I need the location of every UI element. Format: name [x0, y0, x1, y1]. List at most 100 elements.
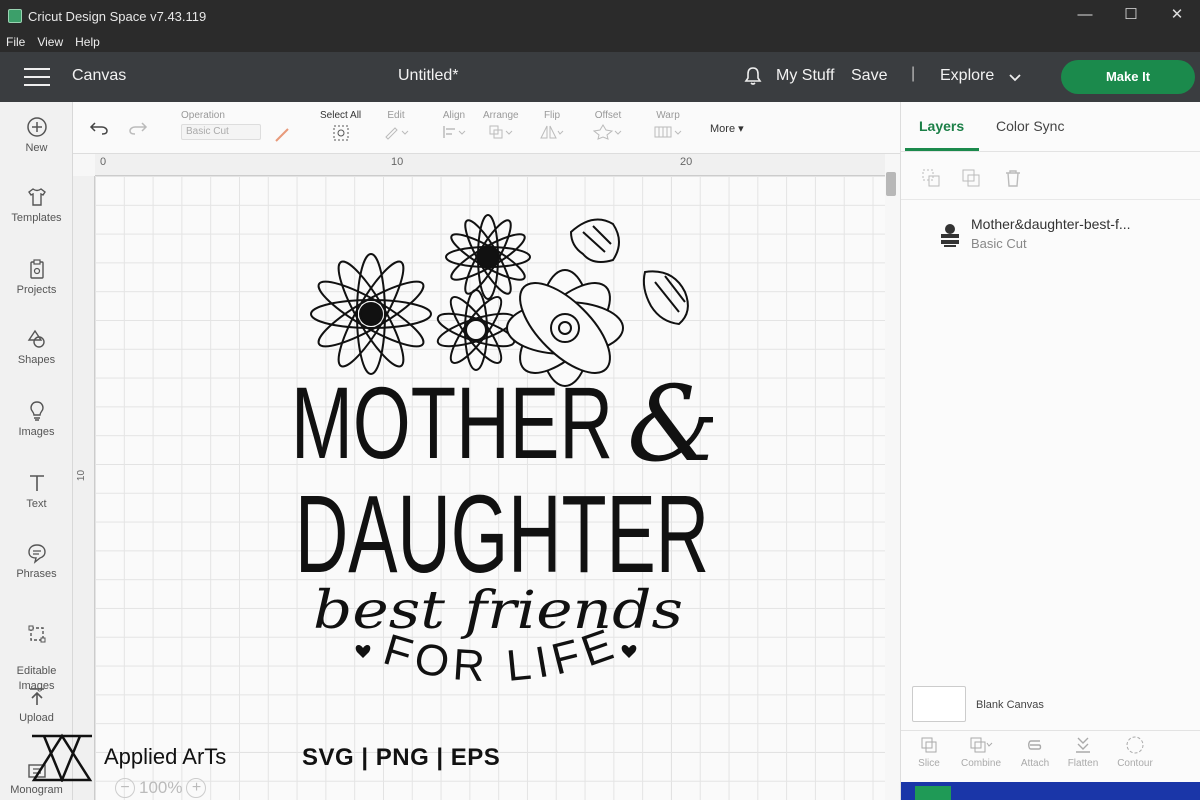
layers-panel: Layers Color Sync Mother&daughter-best-f… [900, 102, 1200, 800]
undo-icon[interactable] [89, 120, 109, 136]
design-line3: best friends [313, 581, 683, 641]
save-button[interactable]: Save [851, 67, 887, 85]
slice-button[interactable]: Slice [903, 735, 955, 769]
design-artwork[interactable]: MOTHER & DAUGHTER best friends FOR LIFE [283, 202, 713, 702]
layer-actions: Slice Combine Attach Flatten Contour [901, 730, 1200, 776]
menu-help[interactable]: Help [75, 35, 100, 49]
contour-label: Contour [1117, 758, 1153, 769]
more-button[interactable]: More ▾ [710, 122, 744, 135]
window-title: Cricut Design Space v7.43.119 [28, 8, 207, 24]
layer-name: Mother&daughter-best-f... [971, 216, 1131, 232]
sidebar-item-text[interactable]: Text [0, 472, 73, 510]
hamburger-menu-icon[interactable] [24, 68, 50, 86]
sidebar-item-new[interactable]: New [0, 116, 73, 154]
tab-color-sync[interactable]: Color Sync [996, 118, 1064, 134]
trash-icon[interactable] [1003, 168, 1023, 188]
plus-circle-icon [26, 117, 47, 137]
brand-name: Applied ArTs [104, 744, 227, 769]
warp-group[interactable]: Warp [653, 110, 683, 143]
select-all-group[interactable]: Select All [320, 110, 361, 145]
applied-arts-watermark: Applied ArTs [30, 732, 226, 782]
sidebar-item-projects[interactable]: Projects [0, 258, 73, 296]
offset-group[interactable]: Offset [592, 110, 623, 143]
group-icon[interactable] [921, 168, 941, 188]
clipboard-icon [29, 259, 44, 279]
operation-group: Operation Basic Cut [181, 110, 261, 140]
blank-canvas-label: Blank Canvas [976, 699, 1044, 711]
flip-group[interactable]: Flip [539, 110, 565, 143]
design-canvas[interactable]: 0 10 20 10 MOTHER & DAUGHTER best friend… [73, 154, 900, 800]
applied-arts-logo-icon [31, 733, 93, 782]
layer-row[interactable]: Mother&daughter-best-f... Basic Cut [901, 207, 1193, 259]
canvas-label: Canvas [72, 67, 127, 84]
layer-operation: Basic Cut [971, 236, 1027, 251]
sidebar-label: Phrases [16, 568, 57, 580]
pen-color-icon[interactable] [273, 126, 291, 144]
panel-tabs: Layers Color Sync [901, 102, 1200, 152]
select-all-label: Select All [320, 110, 362, 121]
cricut-app-icon [8, 9, 22, 23]
menu-view[interactable]: View [37, 35, 63, 49]
combine-button[interactable]: Combine [955, 735, 1007, 769]
layer-tools [901, 154, 1200, 200]
sidebar-label: Upload [19, 712, 54, 724]
select-all-icon [333, 125, 349, 141]
combine-icon [970, 737, 993, 753]
sidebar-label: New [25, 142, 48, 154]
daisy-top [445, 214, 531, 300]
design-amp: & [627, 363, 713, 485]
menu-file[interactable]: File [6, 35, 25, 49]
operation-select[interactable]: Basic Cut [181, 124, 261, 140]
scroll-thumb[interactable] [886, 172, 896, 196]
offset-icon [592, 124, 622, 140]
explore-button[interactable]: Explore [940, 67, 994, 85]
contour-icon [1126, 736, 1144, 754]
chevron-down-icon[interactable] [1008, 71, 1022, 85]
duplicate-icon[interactable] [961, 168, 981, 188]
ruler-tick-label: 0 [100, 156, 107, 168]
arrange-group[interactable]: Arrange [483, 110, 519, 143]
sidebar-item-upload[interactable]: Upload [0, 686, 73, 724]
vertical-scrollbar[interactable] [885, 170, 897, 800]
sidebar-item-shapes[interactable]: Shapes [0, 328, 73, 366]
app-header: Canvas Untitled* My Stuff Save | Explore… [0, 52, 1200, 102]
make-it-button[interactable]: Make It [1061, 60, 1195, 94]
tab-layers[interactable]: Layers [919, 118, 964, 134]
edit-group[interactable]: Edit [383, 110, 409, 143]
align-label: Align [442, 110, 466, 121]
sidebar-item-editable-images[interactable]: Editable Images [0, 608, 73, 694]
my-stuff-button[interactable]: My Stuff [776, 67, 834, 85]
close-button[interactable]: ✕ [1154, 0, 1200, 32]
combine-label: Combine [960, 758, 1002, 769]
sidebar-item-templates[interactable]: Templates [0, 186, 73, 224]
minimize-button[interactable]: — [1062, 0, 1108, 32]
attach-button[interactable]: Attach [1009, 735, 1061, 769]
bell-icon[interactable] [743, 66, 763, 86]
arrange-label: Arrange [483, 110, 519, 121]
ruler-tick-label: 10 [76, 469, 88, 482]
align-group[interactable]: Align [441, 110, 467, 143]
sidebar-item-images[interactable]: Images [0, 400, 73, 438]
maximize-button[interactable]: ☐ [1108, 0, 1154, 32]
flatten-button[interactable]: Flatten [1057, 735, 1109, 769]
file-formats-label: SVG | PNG | EPS [302, 744, 501, 771]
document-title[interactable]: Untitled* [398, 67, 458, 85]
flower-bouquet [310, 214, 689, 387]
active-tab-indicator [905, 148, 979, 151]
arrange-icon [489, 125, 513, 139]
small-flower [436, 289, 516, 371]
blank-canvas-swatch[interactable] [912, 686, 966, 722]
redo-icon[interactable] [128, 120, 148, 136]
flatten-icon [1076, 737, 1090, 753]
upload-icon [29, 688, 44, 705]
bud-top-right [569, 218, 620, 263]
title-bar: Cricut Design Space v7.43.119 — ☐ ✕ [0, 0, 1200, 32]
sidebar-label: Shapes [17, 354, 56, 366]
left-sidebar: New Templates Projects Shapes Images Tex… [0, 102, 73, 800]
tshirt-icon [27, 188, 46, 206]
slice-icon [921, 737, 937, 753]
sidebar-item-phrases[interactable]: Phrases [0, 542, 73, 580]
sidebar-label: Templates [11, 212, 62, 224]
flip-label: Flip [543, 110, 561, 121]
contour-button[interactable]: Contour [1109, 735, 1161, 769]
